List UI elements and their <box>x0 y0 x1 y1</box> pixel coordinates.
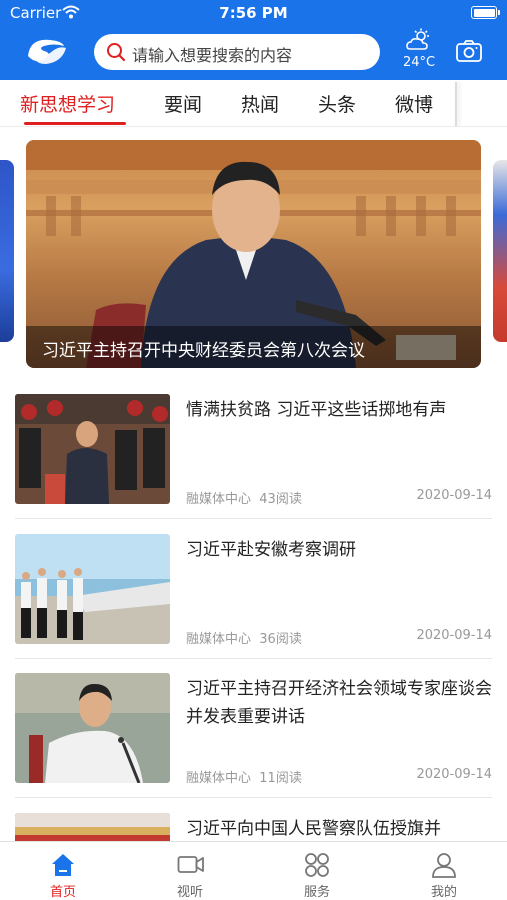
video-icon <box>177 852 205 882</box>
divider <box>15 797 492 798</box>
news-item[interactable]: 习近平主持召开经济社会领域专家座谈会并发表重要讲话 融媒体中心 11阅读 202… <box>15 669 492 798</box>
news-title[interactable]: 习近平赴安徽考察调研 <box>186 536 492 564</box>
nav-home[interactable]: 首页 <box>0 842 126 900</box>
news-source-meta: 融媒体中心 36阅读 <box>186 632 302 647</box>
slide-caption: 习近平主持召开中央财经委员会第八次会议 <box>42 341 365 361</box>
category-tabs: 新思想学习 要闻 热闻 头条 微博 <box>0 80 507 127</box>
tab-hot-news[interactable]: 热闻 <box>241 90 279 117</box>
news-item[interactable]: 情满扶贫路 习近平这些话掷地有声 融媒体中心 43阅读 2020-09-14 <box>15 390 492 519</box>
news-title[interactable]: 习近平向中国人民警察队伍授旗并 <box>186 815 492 841</box>
nav-video-label: 视听 <box>176 885 203 900</box>
carousel-prev-slide[interactable] <box>0 160 14 342</box>
news-source-meta: 融媒体中心 11阅读 <box>186 771 302 786</box>
tab-more-divider[interactable] <box>455 82 457 126</box>
news-source-meta: 融媒体中心 43阅读 <box>186 492 302 507</box>
nav-video[interactable]: 视听 <box>127 842 253 900</box>
news-title[interactable]: 习近平主持召开经济社会领域专家座谈会并发表重要讲话 <box>186 675 492 731</box>
home-icon <box>50 852 76 882</box>
active-tab-indicator <box>24 122 126 125</box>
app-logo[interactable] <box>24 34 68 68</box>
temperature-label: 24°C <box>402 55 436 70</box>
services-grid-icon <box>304 852 330 882</box>
tab-weibo[interactable]: 微博 <box>395 90 433 117</box>
news-item[interactable]: 习近平赴安徽考察调研 融媒体中心 36阅读 2020-09-14 <box>15 530 492 659</box>
camera-icon[interactable] <box>456 40 482 66</box>
news-date: 2020-09-14 <box>416 488 492 503</box>
search-input[interactable]: 请输入想要搜索的内容 <box>94 34 380 70</box>
news-title[interactable]: 情满扶贫路 习近平这些话掷地有声 <box>186 396 492 424</box>
carousel-next-slide[interactable] <box>493 160 507 342</box>
nav-services-label: 服务 <box>303 885 330 900</box>
clock: 7:56 PM <box>219 4 288 22</box>
nav-profile-label: 我的 <box>430 885 457 900</box>
tab-key-news[interactable]: 要闻 <box>164 90 202 117</box>
news-thumbnail <box>15 673 170 783</box>
search-icon <box>106 42 126 66</box>
headline-carousel[interactable]: 习近平主持召开中央财经委员会第八次会议 <box>0 128 507 378</box>
tab-new-thought-study[interactable]: 新思想学习 <box>20 90 115 117</box>
news-thumbnail <box>15 534 170 644</box>
nav-profile[interactable]: 我的 <box>381 842 507 900</box>
nav-services[interactable]: 服务 <box>254 842 380 900</box>
weather-widget[interactable]: 24°C <box>398 28 440 74</box>
news-thumbnail <box>15 813 170 841</box>
battery-icon <box>471 6 500 19</box>
search-placeholder: 请输入想要搜索的内容 <box>132 46 293 65</box>
tab-headlines[interactable]: 头条 <box>318 90 356 117</box>
news-date: 2020-09-14 <box>416 628 492 643</box>
profile-icon <box>431 852 457 882</box>
divider <box>15 658 492 659</box>
nav-home-label: 首页 <box>49 885 76 900</box>
status-bar: Carrier 7:56 PM <box>0 0 507 26</box>
news-thumbnail <box>15 394 170 504</box>
bottom-nav: 首页 视听 服务 我的 <box>0 841 507 900</box>
carousel-slide[interactable]: 习近平主持召开中央财经委员会第八次会议 <box>26 140 481 368</box>
news-date: 2020-09-14 <box>416 767 492 782</box>
app-header: 请输入想要搜索的内容 24°C <box>0 26 507 80</box>
news-item[interactable]: 习近平向中国人民警察队伍授旗并 <box>15 809 492 841</box>
divider <box>15 518 492 519</box>
weather-cloud-sun-icon <box>406 28 432 56</box>
